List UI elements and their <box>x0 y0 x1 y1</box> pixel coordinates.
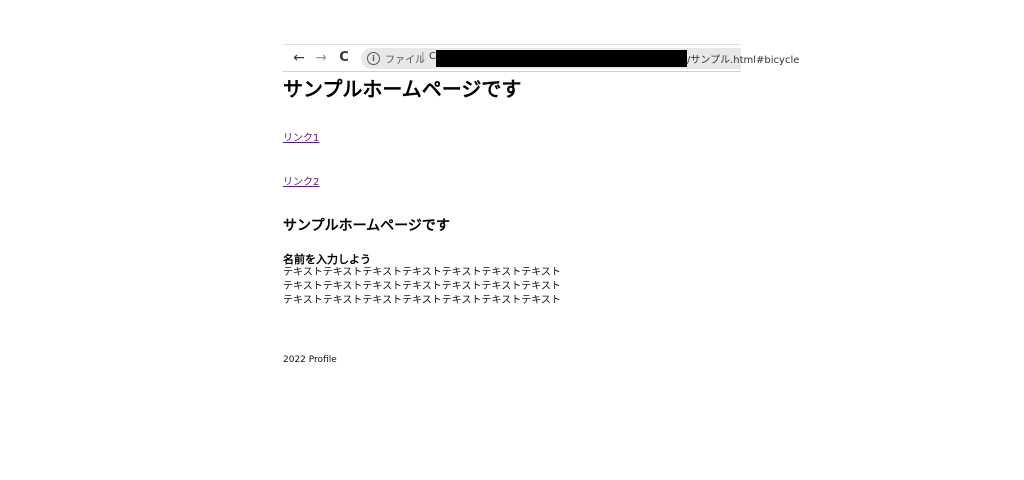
footer-text: 2022 Profile <box>283 355 337 365</box>
link-2[interactable]: リンク2 <box>283 173 319 188</box>
sub-heading: 名前を入力しよう <box>283 253 371 266</box>
address-scheme-label: ファイル <box>385 55 425 66</box>
address-bar[interactable]: i ファイル | C /サンプル.html#bicycle <box>361 48 799 69</box>
body-text-line: テキストテキストテキストテキストテキストテキストテキスト <box>283 267 561 278</box>
browser-toolbar: ← → C i ファイル | C /サンプル.html#bicycle <box>283 44 799 72</box>
reload-icon[interactable]: C <box>336 50 352 66</box>
address-path: /サンプル.html#bicycle <box>687 55 800 66</box>
back-arrow-icon[interactable]: ← <box>291 50 307 66</box>
section-heading: サンプルホームページです <box>283 218 450 234</box>
page-title: サンプルホームページです <box>283 77 522 101</box>
body-text-line: テキストテキストテキストテキストテキストテキストテキスト <box>283 295 561 306</box>
screenshot-canvas: ← → C i ファイル | C /サンプル.html#bicycle サンプル… <box>0 0 1024 480</box>
link-1[interactable]: リンク1 <box>283 129 319 144</box>
info-icon[interactable]: i <box>367 52 380 65</box>
body-text: テキストテキストテキストテキストテキストテキストテキスト テキストテキストテキス… <box>283 266 561 308</box>
forward-arrow-icon[interactable]: → <box>313 50 329 66</box>
redaction-block <box>436 50 687 67</box>
address-separator: | <box>421 50 425 63</box>
body-text-line: テキストテキストテキストテキストテキストテキストテキスト <box>283 281 561 292</box>
address-drive: C <box>429 51 436 62</box>
